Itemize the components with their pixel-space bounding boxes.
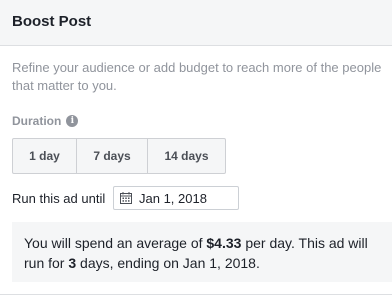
summary-amount: $4.33 xyxy=(206,235,242,251)
panel-header: Boost Post xyxy=(0,0,392,46)
panel-title: Boost Post xyxy=(12,13,92,30)
summary-text-3: days, ending on Jan 1, 2018. xyxy=(76,255,260,271)
duration-option-1-day[interactable]: 1 day xyxy=(13,139,77,173)
duration-option-7-days[interactable]: 7 days xyxy=(77,139,148,173)
run-until-row: Run this ad until Jan 1, 2018 xyxy=(12,186,239,210)
info-icon[interactable]: i xyxy=(66,115,79,127)
end-date-field[interactable]: Jan 1, 2018 xyxy=(113,186,239,210)
calendar-icon xyxy=(120,192,132,204)
summary-text-1: You will spend an average of xyxy=(24,235,207,251)
run-until-label: Run this ad until xyxy=(12,190,106,206)
duration-option-14-days[interactable]: 14 days xyxy=(148,139,225,173)
end-date-value: Jan 1, 2018 xyxy=(139,190,207,206)
duration-selector: 1 day 7 days 14 days xyxy=(12,138,226,174)
duration-label: Duration i xyxy=(12,114,79,128)
summary-days: 3 xyxy=(68,255,77,271)
panel-description: Refine your audience or add budget to re… xyxy=(12,60,382,93)
spend-summary: You will spend an average of $4.33 per d… xyxy=(12,222,392,282)
duration-label-text: Duration xyxy=(12,114,62,128)
